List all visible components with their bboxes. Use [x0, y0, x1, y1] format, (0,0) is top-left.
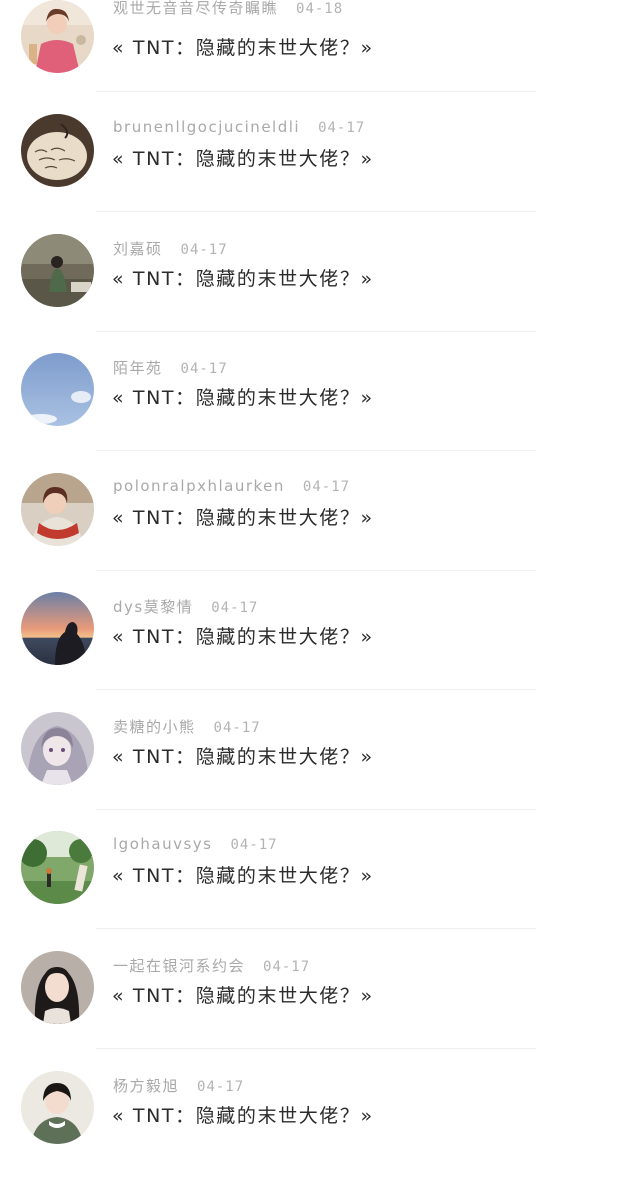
comment-date: 04-17 — [263, 959, 311, 975]
username[interactable]: lgohauvsys — [113, 835, 212, 853]
comment-meta: 观世无音音尽传奇瞩瞧 04-18 — [113, 0, 343, 18]
list-item: 杨方毅旭 04-17 « TNT：隐藏的末世大佬？» — [0, 1071, 640, 1190]
comment-meta: brunenllgocjucineldli 04-17 — [113, 118, 365, 136]
divider — [96, 689, 536, 690]
divider — [96, 1048, 536, 1049]
username[interactable]: dys莫黎情 — [113, 598, 193, 616]
comment-text: « TNT：隐藏的末世大佬？» — [112, 626, 374, 648]
divider — [96, 570, 536, 571]
comment-date: 04-17 — [213, 720, 261, 736]
avatar[interactable] — [21, 831, 94, 904]
comment-meta: dys莫黎情 04-17 — [113, 596, 258, 617]
avatar[interactable] — [21, 353, 94, 426]
sunset-silhouette-photo — [21, 592, 94, 665]
comment-text: « TNT：隐藏的末世大佬？» — [112, 387, 374, 409]
comment-text: « TNT：隐藏的末世大佬？» — [112, 268, 374, 290]
green-park-photo — [21, 831, 94, 904]
comment-text: « TNT：隐藏的末世大佬？» — [112, 37, 374, 59]
divider — [96, 91, 536, 92]
avatar[interactable] — [21, 473, 94, 546]
comment-text: « TNT：隐藏的末世大佬？» — [112, 865, 374, 887]
child-portrait-photo — [21, 1071, 94, 1144]
divider — [96, 928, 536, 929]
list-item: 刘嘉硕 04-17 « TNT：隐藏的末世大佬？» — [0, 234, 640, 353]
divider — [96, 809, 536, 810]
username[interactable]: brunenllgocjucineldli — [113, 118, 300, 136]
divider — [96, 450, 536, 451]
list-item: lgohauvsys 04-17 « TNT：隐藏的末世大佬？» — [0, 831, 640, 950]
divider — [96, 331, 536, 332]
divider — [96, 211, 536, 212]
comment-text: « TNT：隐藏的末世大佬？» — [112, 148, 374, 170]
list-item: polonralpxhlaurken 04-17 « TNT：隐藏的末世大佬？» — [0, 473, 640, 592]
list-item: brunenllgocjucineldli 04-17 « TNT：隐藏的末世大佬… — [0, 114, 640, 233]
avatar[interactable] — [21, 114, 94, 187]
avatar[interactable] — [21, 0, 94, 73]
avatar[interactable] — [21, 1071, 94, 1144]
username[interactable]: 观世无音音尽传奇瞩瞧 — [113, 0, 278, 17]
comment-text: « TNT：隐藏的末世大佬？» — [112, 746, 374, 768]
comment-meta: 刘嘉硕 04-17 — [113, 238, 228, 259]
list-item: 一起在银河系约会 04-17 « TNT：隐藏的末世大佬？» — [0, 951, 640, 1070]
username[interactable]: polonralpxhlaurken — [113, 477, 285, 495]
comment-meta: lgohauvsys 04-17 — [113, 835, 278, 853]
comment-meta: 杨方毅旭 04-17 — [113, 1075, 244, 1096]
list-item: 陌年苑 04-17 « TNT：隐藏的末世大佬？» — [0, 353, 640, 472]
comment-date: 04-18 — [296, 1, 344, 17]
comment-date: 04-17 — [197, 1079, 245, 1095]
list-item: dys莫黎情 04-17 « TNT：隐藏的末世大佬？» — [0, 592, 640, 711]
handwritten-note-photo — [21, 114, 94, 187]
comment-date: 04-17 — [230, 837, 278, 853]
comment-date: 04-17 — [318, 120, 366, 136]
username[interactable]: 陌年苑 — [113, 359, 163, 377]
person-outdoors-photo — [21, 234, 94, 307]
comment-text: « TNT：隐藏的末世大佬？» — [112, 985, 374, 1007]
anime-girl-photo — [21, 712, 94, 785]
comment-meta: 卖糖的小熊 04-17 — [113, 716, 261, 737]
comment-feed: 观世无音音尽传奇瞩瞧 04-18 « TNT：隐藏的末世大佬？» brunenll… — [0, 0, 640, 1157]
comment-text: « TNT：隐藏的末世大佬？» — [112, 1105, 374, 1127]
long-hair-girl-photo — [21, 951, 94, 1024]
list-item: 卖糖的小熊 04-17 « TNT：隐藏的末世大佬？» — [0, 712, 640, 831]
comment-meta: polonralpxhlaurken 04-17 — [113, 477, 350, 495]
comment-text: « TNT：隐藏的末世大佬？» — [112, 507, 374, 529]
avatar[interactable] — [21, 712, 94, 785]
username[interactable]: 刘嘉硕 — [113, 240, 163, 258]
comment-date: 04-17 — [180, 361, 228, 377]
username[interactable]: 卖糖的小熊 — [113, 718, 196, 736]
username[interactable]: 一起在银河系约会 — [113, 957, 245, 975]
avatar[interactable] — [21, 234, 94, 307]
girl-red-scarf-photo — [21, 473, 94, 546]
comment-meta: 陌年苑 04-17 — [113, 357, 228, 378]
username[interactable]: 杨方毅旭 — [113, 1077, 179, 1095]
avatar[interactable] — [21, 592, 94, 665]
woman-red-dress-photo — [21, 0, 94, 73]
list-item: 观世无音音尽传奇瞩瞧 04-18 « TNT：隐藏的末世大佬？» — [0, 0, 640, 119]
avatar[interactable] — [21, 951, 94, 1024]
comment-date: 04-17 — [302, 479, 351, 495]
comment-date: 04-17 — [211, 600, 259, 616]
blue-sky-photo — [21, 353, 94, 426]
comment-meta: 一起在银河系约会 04-17 — [113, 955, 310, 976]
comment-date: 04-17 — [180, 242, 228, 258]
